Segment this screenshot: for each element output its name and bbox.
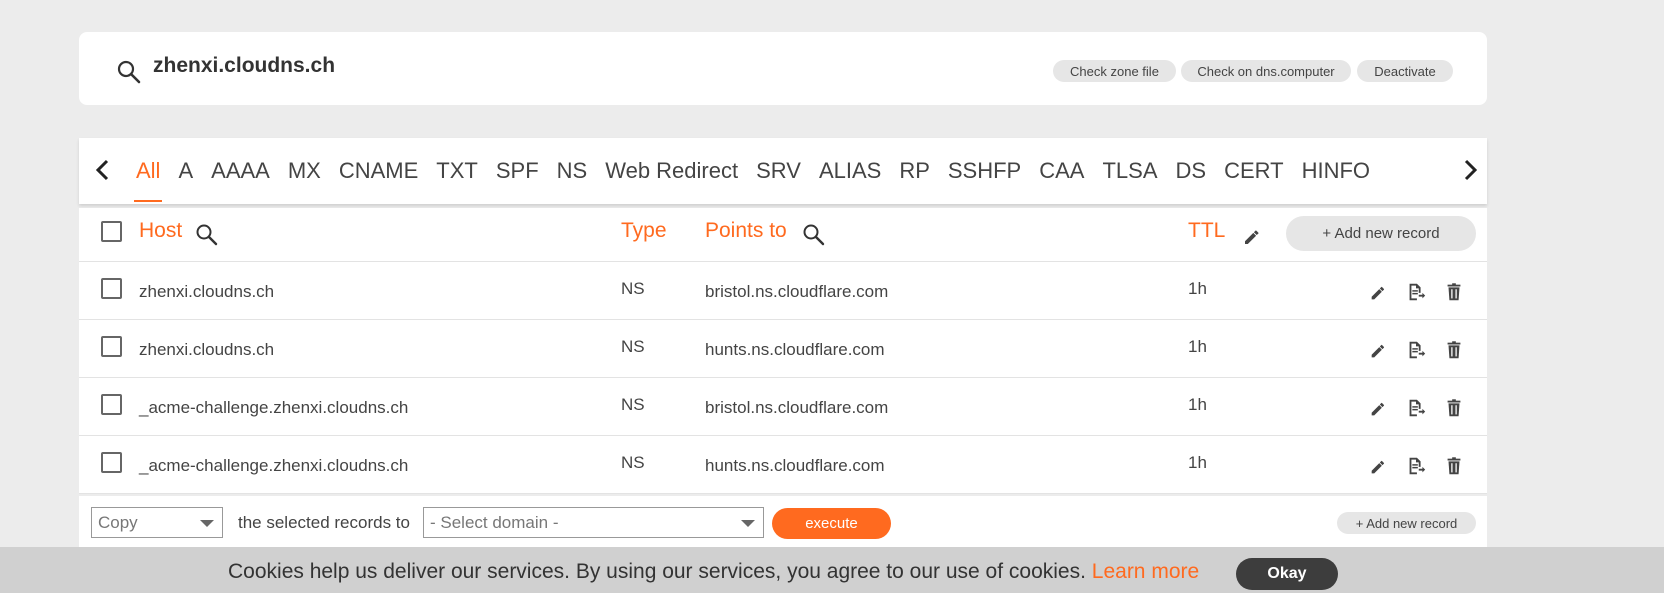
row-host: zhenxi.cloudns.ch (139, 340, 275, 359)
row-host: _acme-challenge.zhenxi.cloudns.ch (139, 398, 409, 417)
host-column-header[interactable]: Host (139, 219, 182, 243)
export-file-icon[interactable] (1405, 455, 1427, 477)
cookie-message-text: Cookies help us deliver our services. By… (228, 560, 1086, 583)
export-file-icon[interactable] (1405, 339, 1427, 361)
export-file-icon[interactable] (1405, 281, 1427, 303)
table-row[interactable]: _acme-challenge.zhenxi.cloudns.ch NS brist… (79, 378, 1487, 436)
bulk-action-bar: Copy the selected records to - Select do… (79, 496, 1487, 548)
records-table: Host Type Points to TTL + Add new record… (79, 208, 1487, 494)
row-type: NS (621, 279, 645, 298)
tab-mx[interactable]: MX (279, 138, 330, 204)
zone-header-card: zhenxi.cloudns.ch Check zone file Check … (79, 32, 1487, 105)
check-dns-computer-button[interactable]: Check on dns.computer (1181, 60, 1351, 82)
deactivate-button[interactable]: Deactivate (1357, 60, 1453, 82)
row-points-to: bristol.ns.cloudflare.com (705, 398, 889, 417)
trash-icon[interactable] (1443, 281, 1465, 303)
trash-icon[interactable] (1443, 339, 1465, 361)
table-row[interactable]: _acme-challenge.zhenxi.cloudns.ch NS hunts… (79, 436, 1487, 494)
cookie-message: Cookies help us deliver our services. By… (228, 560, 1199, 584)
row-ttl: 1h (1188, 395, 1207, 414)
target-domain-select[interactable]: - Select domain - (423, 507, 764, 538)
tab-sshfp[interactable]: SSHFP (939, 138, 1030, 204)
okay-button[interactable]: Okay (1236, 558, 1338, 590)
chevron-down-icon (741, 520, 755, 527)
tab-all[interactable]: All (127, 138, 169, 204)
tabs-strip: All A AAAA MX CNAME TXT SPF NS Web Redirect SRV AL… (127, 138, 1452, 204)
edit-pencil-icon[interactable] (1368, 397, 1390, 419)
tab-txt[interactable]: TXT (427, 138, 487, 204)
type-column-header[interactable]: Type (621, 219, 667, 243)
points-to-column-header[interactable]: Points to (705, 219, 787, 243)
learn-more-link[interactable]: Learn more (1092, 560, 1199, 583)
cookie-banner: Cookies help us deliver our services. By… (0, 547, 1664, 593)
ttl-edit-pencil-icon[interactable] (1241, 224, 1265, 248)
table-row[interactable]: zhenxi.cloudns.ch NS bristol.ns.cloudflare… (79, 262, 1487, 320)
tab-srv[interactable]: SRV (747, 138, 810, 204)
add-new-record-button[interactable]: + Add new record (1286, 216, 1476, 251)
table-row[interactable]: zhenxi.cloudns.ch NS hunts.ns.cloudflare.c… (79, 320, 1487, 378)
tabs-scroll-right-icon[interactable] (1458, 156, 1482, 184)
export-file-icon[interactable] (1405, 397, 1427, 419)
bulk-action-value: Copy (98, 513, 138, 532)
tab-alias[interactable]: ALIAS (810, 138, 890, 204)
row-checkbox[interactable] (101, 278, 122, 299)
row-ttl: 1h (1188, 453, 1207, 472)
tab-rp[interactable]: RP (890, 138, 939, 204)
row-ttl: 1h (1188, 279, 1207, 298)
bulk-action-select[interactable]: Copy (91, 507, 223, 538)
trash-icon[interactable] (1443, 397, 1465, 419)
tab-tlsa[interactable]: TLSA (1093, 138, 1166, 204)
trash-icon[interactable] (1443, 455, 1465, 477)
target-domain-value: - Select domain - (430, 513, 559, 532)
tab-a[interactable]: A (169, 138, 202, 204)
row-checkbox[interactable] (101, 452, 122, 473)
tab-cert[interactable]: CERT (1215, 138, 1293, 204)
tab-cname[interactable]: CNAME (330, 138, 427, 204)
record-type-tabs: All A AAAA MX CNAME TXT SPF NS Web Redirect SRV AL… (79, 138, 1487, 204)
check-zone-file-button[interactable]: Check zone file (1053, 60, 1176, 82)
ttl-column-header[interactable]: TTL (1188, 219, 1225, 243)
tabs-scroll-left-icon[interactable] (91, 156, 115, 184)
row-host: zhenxi.cloudns.ch (139, 282, 275, 301)
edit-pencil-icon[interactable] (1368, 281, 1390, 303)
points-to-search-icon[interactable] (802, 223, 826, 247)
row-ttl: 1h (1188, 337, 1207, 356)
tab-hinfo[interactable]: HINFO (1293, 138, 1379, 204)
row-points-to: hunts.ns.cloudflare.com (705, 340, 885, 359)
host-search-icon[interactable] (195, 223, 219, 247)
row-points-to: bristol.ns.cloudflare.com (705, 282, 889, 301)
row-type: NS (621, 395, 645, 414)
tab-ds[interactable]: DS (1167, 138, 1216, 204)
chevron-down-icon (200, 520, 214, 527)
row-checkbox[interactable] (101, 336, 122, 357)
add-new-record-footer-button[interactable]: + Add new record (1337, 512, 1476, 534)
row-type: NS (621, 337, 645, 356)
row-type: NS (621, 453, 645, 472)
edit-pencil-icon[interactable] (1368, 339, 1390, 361)
tab-web-redirect[interactable]: Web Redirect (596, 138, 747, 204)
edit-pencil-icon[interactable] (1368, 455, 1390, 477)
zone-name: zhenxi.cloudns.ch (153, 54, 336, 77)
tab-spf[interactable]: SPF (487, 138, 548, 204)
row-host: _acme-challenge.zhenxi.cloudns.ch (139, 456, 409, 475)
row-checkbox[interactable] (101, 394, 122, 415)
row-points-to: hunts.ns.cloudflare.com (705, 456, 885, 475)
execute-button[interactable]: execute (772, 508, 891, 539)
selected-records-label: the selected records to (238, 513, 410, 532)
select-all-checkbox[interactable] (101, 221, 122, 242)
tab-ns[interactable]: NS (548, 138, 597, 204)
tab-aaaa[interactable]: AAAA (202, 138, 279, 204)
tab-caa[interactable]: CAA (1030, 138, 1093, 204)
search-icon[interactable] (116, 59, 142, 85)
table-header-row: Host Type Points to TTL + Add new record (79, 208, 1487, 262)
